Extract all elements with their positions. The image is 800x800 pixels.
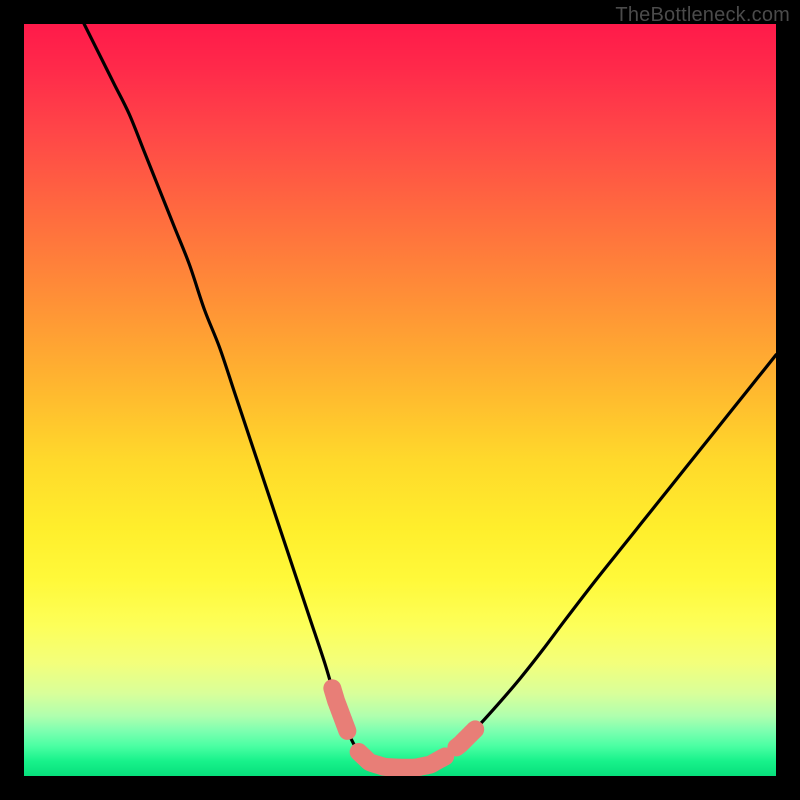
marker-right-segment (456, 729, 475, 747)
marker-left-segment (332, 688, 347, 731)
marker-floor-segment (359, 752, 445, 768)
chart-frame: TheBottleneck.com (0, 0, 800, 800)
plot-area (24, 24, 776, 776)
curve-layer (24, 24, 776, 776)
bottleneck-curve (84, 24, 776, 768)
